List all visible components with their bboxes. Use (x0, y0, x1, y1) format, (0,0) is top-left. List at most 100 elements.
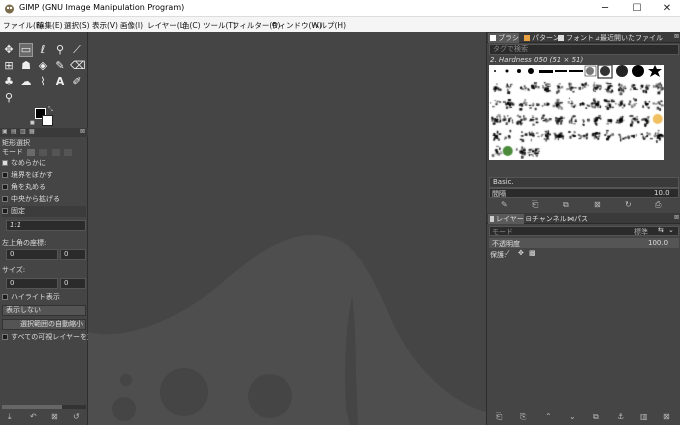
brush-grid[interactable] (489, 64, 664, 160)
sample-merged-checkbox[interactable] (2, 334, 8, 340)
reset-options-icon[interactable]: ↺ (73, 412, 80, 421)
menu-view[interactable]: 表示(V) (92, 20, 118, 31)
clone-tool-icon[interactable]: ♣ (2, 75, 16, 89)
images-tab-icon[interactable]: ▦ (29, 128, 35, 135)
edit-brush-icon[interactable]: ✎ (501, 200, 508, 209)
size-h-field[interactable]: 0 (60, 278, 86, 289)
fixed-checkbox[interactable] (2, 208, 8, 214)
mode-intersect-icon[interactable] (63, 148, 72, 156)
tab-layers[interactable]: レイヤー (488, 214, 524, 224)
position-y-field[interactable]: 0 (60, 249, 86, 260)
maximize-button[interactable]: ☐ (622, 0, 652, 17)
swap-colors-icon[interactable]: ⤡ (48, 106, 53, 114)
paintbrush-tool-icon[interactable]: ✎ (53, 59, 67, 73)
layers-list[interactable] (487, 261, 680, 409)
duplicate-brush-icon[interactable]: ⧉ (563, 200, 569, 210)
bucket-fill-tool-icon[interactable]: ◈ (36, 59, 50, 73)
opacity-row[interactable]: 不透明度 100.0 (489, 238, 679, 248)
layer-mode-row[interactable]: モード 標準 ⇆ ⌄ (489, 226, 679, 236)
tab-paths[interactable]: ⋈パス (565, 214, 588, 224)
rect-select-tool-icon[interactable]: ▭ (19, 43, 33, 57)
autoshrink-button[interactable]: 選択範囲の自動縮小 (2, 319, 86, 330)
device-status-tab-icon[interactable]: ▤ (11, 128, 17, 135)
rounded-checkbox[interactable] (2, 184, 8, 190)
new-layer-icon[interactable]: ⎗ (496, 412, 502, 422)
new-layer-group-icon[interactable]: ⎘ (520, 412, 526, 422)
menu-edit[interactable]: 編集(E) (37, 20, 63, 31)
brush-preset-field[interactable]: Basic. (489, 177, 679, 188)
configure-tab-icon[interactable]: ⊠ (80, 128, 85, 135)
new-brush-icon[interactable]: ⎗ (532, 200, 538, 210)
menu-select[interactable]: 選択(S) (64, 20, 90, 31)
warp-tool-icon[interactable]: ☗ (19, 59, 33, 73)
antialias-checkbox[interactable] (2, 160, 8, 166)
tab-brushes[interactable]: ブラシ (488, 33, 519, 43)
path-tool-icon[interactable]: ⌇ (36, 75, 50, 89)
tab-patterns[interactable]: パターン (522, 33, 560, 43)
menu-layer[interactable]: レイヤー(L) (147, 20, 187, 31)
configure-layers-tab-icon[interactable]: ⊠ (674, 214, 679, 221)
configure-tab-icon[interactable]: ⊠ (674, 33, 679, 40)
rounded-row[interactable]: 角を丸める (2, 182, 46, 192)
lock-pixels-icon[interactable]: ⁄ (507, 249, 508, 257)
antialias-row[interactable]: なめらかに (2, 158, 46, 168)
expand-center-row[interactable]: 中央から拡げる (2, 194, 60, 204)
feather-row[interactable]: 境界をぼかす (2, 170, 53, 180)
color-picker-tool-icon[interactable]: ✐ (70, 75, 84, 89)
position-x-field[interactable]: 0 (6, 249, 58, 260)
tool-options-tab-icon[interactable]: ▣ (2, 128, 8, 135)
fixed-ratio-field[interactable]: 1:1 (6, 220, 86, 231)
delete-brush-icon[interactable]: ⊠ (594, 200, 601, 209)
layer-mode-switch-icon[interactable]: ⇆ (658, 226, 664, 234)
feather-checkbox[interactable] (2, 172, 8, 178)
lasso-tool-icon[interactable]: ℓ (36, 43, 50, 57)
mode-subtract-icon[interactable] (51, 148, 60, 156)
tool-options-scrollbar[interactable] (2, 405, 86, 409)
lock-alpha-icon[interactable]: ▩ (529, 249, 536, 257)
move-tool-icon[interactable]: ✥ (2, 43, 16, 57)
delete-layer-icon[interactable]: ⊠ (663, 412, 670, 421)
fixed-row[interactable]: 固定 (2, 206, 86, 217)
anchor-layer-icon[interactable]: ⚓ (617, 412, 624, 421)
menu-colors[interactable]: 色(C) (182, 20, 201, 31)
transform-tool-icon[interactable]: ⊞ (2, 59, 16, 73)
text-tool-icon[interactable]: A (53, 75, 67, 89)
highlight-checkbox[interactable] (2, 294, 8, 300)
mode-replace-icon[interactable] (27, 148, 36, 156)
default-colors-icon[interactable]: ■ (30, 120, 35, 126)
restore-options-icon[interactable]: ↶ (30, 412, 37, 421)
tab-channels[interactable]: ⊟チャンネル (524, 214, 567, 224)
save-options-icon[interactable]: ⤓ (8, 412, 12, 422)
lock-position-icon[interactable]: ✥ (518, 249, 524, 257)
duplicate-layer-icon[interactable]: ⧉ (593, 412, 599, 422)
spacing-row[interactable]: 間隔 10.0 (489, 188, 679, 198)
close-button[interactable]: ✕ (652, 0, 680, 17)
delete-options-icon[interactable]: ⊠ (51, 412, 58, 421)
guides-dropdown[interactable]: 表示しない (2, 305, 86, 316)
minimize-button[interactable]: ─ (590, 0, 620, 17)
lower-layer-icon[interactable]: ⌄ (569, 412, 576, 421)
layer-mask-icon[interactable]: ▥ (640, 412, 648, 421)
mode-add-icon[interactable] (39, 148, 48, 156)
fuzzy-select-tool-icon[interactable]: ⚲ (53, 43, 67, 57)
expand-center-checkbox[interactable] (2, 196, 8, 202)
highlight-row[interactable]: ハイライト表示 (2, 292, 60, 302)
menu-help[interactable]: ヘルプ(H) (312, 20, 346, 31)
menu-tools[interactable]: ツール(T) (203, 20, 236, 31)
smudge-tool-icon[interactable]: ☁ (19, 75, 33, 89)
menu-image[interactable]: 画像(I) (120, 20, 143, 31)
undo-history-tab-icon[interactable]: ▥ (20, 128, 26, 135)
sample-merged-row[interactable]: すべての可視レイヤーを対象 (2, 332, 88, 342)
size-w-field[interactable]: 0 (6, 278, 58, 289)
zoom-tool-icon[interactable]: ⚲ (2, 91, 16, 105)
raise-layer-icon[interactable]: ⌃ (545, 412, 552, 421)
open-brush-icon[interactable]: ⎙ (655, 200, 661, 210)
background-color-swatch[interactable] (42, 115, 53, 126)
tab-recent-files[interactable]: ⊿最近開いたファイル (593, 33, 663, 43)
layer-mode-dropdown-icon[interactable]: ⌄ (668, 226, 674, 234)
tab-fonts[interactable]: フォント (556, 33, 594, 43)
crop-tool-icon[interactable]: ⟋ (70, 43, 84, 57)
eraser-tool-icon[interactable]: ⌫ (70, 59, 86, 73)
brush-tag-search[interactable]: タグで検索 (489, 44, 679, 55)
image-canvas-area[interactable] (88, 32, 486, 425)
